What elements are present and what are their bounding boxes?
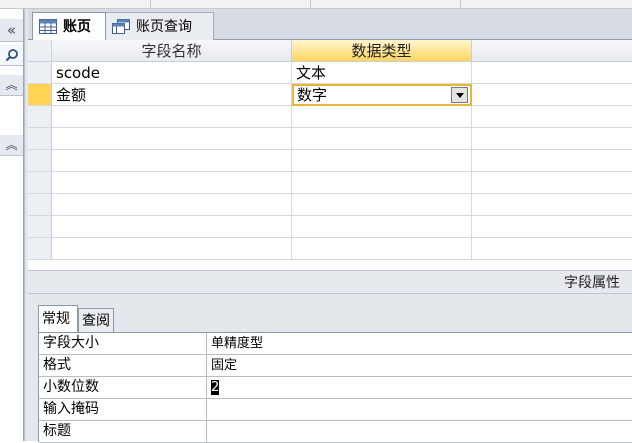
tab-label: 账页 (63, 19, 91, 35)
data-type-cell[interactable] (292, 216, 472, 238)
double-chevron-up-icon: ︽ (5, 138, 18, 152)
property-row-field-size: 字段大小 单精度型 (39, 333, 632, 355)
table-row: 金额 数字 (28, 84, 632, 106)
grid-corner[interactable] (28, 40, 52, 62)
property-name: 标题 (39, 421, 207, 442)
table-row-empty (28, 150, 632, 172)
data-type-cell[interactable]: 文本 (292, 62, 472, 84)
property-row-decimal-places: 小数位数 2 (39, 377, 632, 399)
column-header-description[interactable] (472, 40, 632, 62)
field-name-cell[interactable] (52, 216, 292, 238)
data-type-select[interactable]: 数字 (292, 84, 472, 106)
double-chevron-up-icon: ︽ (5, 78, 18, 92)
property-row-caption: 标题 (39, 421, 632, 443)
column-header-data-type[interactable]: 数据类型 (292, 40, 472, 62)
row-selector[interactable] (28, 194, 52, 216)
field-size-select[interactable]: 单精度型 (207, 333, 632, 354)
decimal-places-value: 2 (211, 380, 220, 395)
table-row-empty (28, 194, 632, 216)
row-selector[interactable] (28, 216, 52, 238)
format-select[interactable]: 固定 (207, 355, 632, 376)
query-icon (112, 19, 130, 34)
nav-group-tables-toggle[interactable]: ︽ (0, 75, 23, 96)
field-name-cell[interactable] (52, 238, 292, 260)
field-name-cell[interactable] (52, 106, 292, 128)
data-type-cell[interactable] (292, 194, 472, 216)
description-cell[interactable] (472, 238, 632, 260)
caption-field[interactable] (207, 421, 632, 442)
table-icon (39, 19, 57, 34)
object-tab-bar: 账页 账页查询 (28, 9, 632, 40)
tab-lookup[interactable]: 查阅 (78, 308, 114, 332)
table-row: scode 文本 (28, 62, 632, 84)
tab-ledger-query[interactable]: 账页查询 (106, 12, 214, 40)
ribbon-remnant (0, 0, 632, 9)
field-properties-bar: 字段属性 (28, 270, 632, 294)
data-type-cell[interactable] (292, 238, 472, 260)
property-name: 小数位数 (39, 377, 207, 398)
field-name-cell[interactable] (52, 194, 292, 216)
table-row-empty (28, 106, 632, 128)
field-name-cell[interactable] (52, 128, 292, 150)
property-row-format: 格式 固定 (39, 355, 632, 377)
table-row-empty (28, 172, 632, 194)
data-type-cell[interactable] (292, 172, 472, 194)
input-mask-field[interactable] (207, 399, 632, 420)
table-row-empty (28, 238, 632, 260)
search-button[interactable] (0, 45, 23, 66)
field-name-cell[interactable]: 金额 (52, 84, 292, 106)
description-cell[interactable] (472, 62, 632, 84)
double-chevron-left-icon: « (6, 21, 17, 39)
field-name-cell[interactable] (52, 172, 292, 194)
column-header-field-name[interactable]: 字段名称 (52, 40, 292, 62)
description-cell[interactable] (472, 150, 632, 172)
description-cell[interactable] (472, 128, 632, 150)
row-selector[interactable] (28, 150, 52, 172)
property-sheet: 字段大小 单精度型 格式 固定 小数位数 2 输入掩码 标题 (38, 332, 632, 443)
decimal-places-field[interactable]: 2 (207, 377, 632, 398)
tab-label: 账页查询 (136, 19, 192, 35)
description-cell[interactable] (472, 216, 632, 238)
field-properties-title: 字段属性 (564, 275, 620, 291)
property-name: 字段大小 (39, 333, 207, 354)
collapse-pane-button[interactable]: « (0, 19, 23, 42)
data-type-value: 数字 (297, 86, 328, 104)
dropdown-arrow-icon[interactable] (451, 87, 468, 103)
row-selector[interactable] (28, 172, 52, 194)
description-cell[interactable] (472, 106, 632, 128)
data-type-cell[interactable] (292, 150, 472, 172)
tab-ledger-table[interactable]: 账页 (32, 12, 106, 40)
description-cell[interactable] (472, 194, 632, 216)
field-name-cell[interactable] (52, 150, 292, 172)
data-type-cell[interactable] (292, 106, 472, 128)
table-row-empty (28, 216, 632, 238)
property-name: 格式 (39, 355, 207, 376)
row-selector[interactable] (28, 106, 52, 128)
navigation-pane: « ︽ ︽ (0, 9, 24, 441)
search-icon (5, 49, 18, 62)
row-selector[interactable] (28, 238, 52, 260)
row-selector[interactable] (28, 128, 52, 150)
description-cell[interactable] (472, 84, 632, 106)
nav-group-queries-toggle[interactable]: ︽ (0, 135, 23, 156)
row-selector[interactable] (28, 62, 52, 84)
field-properties-pane: 常规 查阅 字段大小 单精度型 格式 固定 小数位数 2 输入掩码 标题 (28, 294, 632, 443)
data-type-cell[interactable] (292, 128, 472, 150)
field-name-cell[interactable]: scode (52, 62, 292, 84)
tab-general[interactable]: 常规 (38, 305, 78, 332)
row-selector-current[interactable] (28, 84, 52, 106)
property-row-input-mask: 输入掩码 (39, 399, 632, 421)
property-name: 输入掩码 (39, 399, 207, 420)
table-row-empty (28, 128, 632, 150)
description-cell[interactable] (472, 172, 632, 194)
field-design-grid: 字段名称 数据类型 scode 文本 金额 数字 (28, 40, 632, 270)
